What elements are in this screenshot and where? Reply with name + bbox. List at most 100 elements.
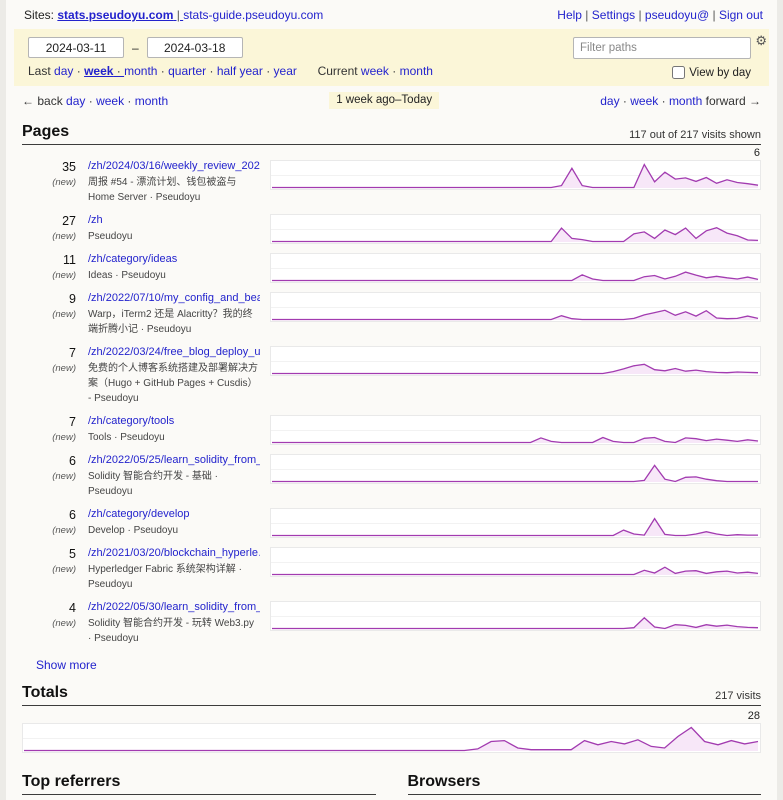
page-new-badge: (new): [36, 231, 76, 242]
page-sparkline-chart[interactable]: [270, 253, 761, 283]
pages-title: Pages: [22, 123, 69, 141]
date-end-input[interactable]: [147, 37, 243, 58]
page-path-link[interactable]: /zh/2022/05/30/learn_solidity_from_…: [88, 601, 260, 613]
forward-label: forward: [706, 94, 746, 108]
page-title-text: Hyperledger Fabric 系统架构详解 · Pseudoyu: [88, 562, 260, 592]
page-new-badge: (new): [36, 471, 76, 482]
pages-rows: 6 35 (new) /zh/2024/03/16/weekly_review_…: [22, 160, 761, 646]
period-day[interactable]: day: [54, 64, 84, 78]
back-day-link[interactable]: day: [66, 94, 96, 108]
page-sparkline-chart[interactable]: [270, 508, 761, 538]
period-quarter[interactable]: quarter: [168, 64, 217, 78]
back-month-link[interactable]: month: [135, 94, 168, 108]
page-visit-count: 7: [36, 346, 76, 360]
page-visit-count: 35: [36, 160, 76, 174]
page-path-link[interactable]: /zh/category/develop: [88, 508, 260, 520]
back-arrow-icon: ←: [22, 94, 34, 108]
page-row: 7 (new) /zh/category/tools Tools · Pseud…: [22, 415, 761, 445]
page-row: 7 (new) /zh/2022/03/24/free_blog_deploy_…: [22, 346, 761, 406]
view-by-day-label: View by day: [689, 67, 751, 79]
pages-show-more-link[interactable]: Show more: [36, 658, 97, 672]
page-visit-count: 6: [36, 454, 76, 468]
page-row: 9 (new) /zh/2022/07/10/my_config_and_bea…: [22, 292, 761, 337]
page-title-text: 免费的个人博客系统搭建及部署解决方案（Hugo + GitHub Pages +…: [88, 361, 260, 406]
sites-list: Sites: stats.pseudoyu.comstats-guide.pse…: [24, 8, 323, 22]
view-by-day-checkbox[interactable]: [672, 66, 685, 79]
date-range-dash: –: [132, 41, 139, 55]
page-title-text: Solidity 智能合约开发 - 基础 · Pseudoyu: [88, 469, 260, 499]
page-sparkline-chart[interactable]: [270, 214, 761, 244]
page-visit-count: 6: [36, 508, 76, 522]
forward-week-link[interactable]: week: [630, 94, 669, 108]
forward-arrow-icon: →: [749, 94, 761, 108]
page-path-link[interactable]: /zh/2022/05/25/learn_solidity_from_…: [88, 454, 260, 466]
page-row: 6 (new) /zh/2022/05/25/learn_solidity_fr…: [22, 454, 761, 499]
page-path-link[interactable]: /zh/2021/03/20/blockchain_hyperle…: [88, 547, 260, 559]
account-nav: HelpSettingspseudoyu@Sign out: [557, 8, 763, 22]
back-week-link[interactable]: week: [96, 94, 135, 108]
top-bar: Sites: stats.pseudoyu.comstats-guide.pse…: [6, 5, 777, 27]
page-new-badge: (new): [36, 309, 76, 320]
page-visit-count: 7: [36, 415, 76, 429]
page-title-text: Pseudoyu: [88, 229, 260, 244]
totals-title: Totals: [22, 684, 68, 702]
page-sparkline-chart[interactable]: [270, 454, 761, 484]
page-row: 35 (new) /zh/2024/03/16/weekly_review_20…: [22, 160, 761, 205]
period-week[interactable]: week: [84, 64, 124, 78]
current-range-chip: 1 week ago–Today: [329, 92, 439, 109]
totals-scale-label: 28: [748, 710, 760, 722]
browsers-section: Browsers 76% Chrome 164 23% Safari 50: [408, 773, 762, 800]
period-year[interactable]: year: [274, 64, 297, 78]
page-visit-count: 4: [36, 601, 76, 615]
page-path-link[interactable]: /zh/category/tools: [88, 415, 260, 427]
site-link-secondary[interactable]: stats-guide.pseudoyu.com: [183, 8, 323, 22]
totals-section: Totals 217 visits 28: [22, 684, 761, 753]
totals-sparkline-chart[interactable]: [22, 723, 761, 753]
date-start-input[interactable]: [28, 37, 124, 58]
page-path-link[interactable]: /zh/2024/03/16/weekly_review_202…: [88, 160, 260, 172]
sites-label: Sites:: [24, 8, 54, 22]
account-link[interactable]: pseudoyu@: [645, 8, 719, 22]
settings-link[interactable]: Settings: [592, 8, 645, 22]
page-visit-count: 5: [36, 547, 76, 561]
current-label: Current: [318, 64, 358, 78]
pages-section: Pages 117 out of 217 visits shown 6 35 (…: [22, 123, 761, 672]
filter-paths-input[interactable]: [573, 37, 751, 59]
date-toolbar: – Last dayweekmonthquarterhalf yearyear …: [14, 29, 769, 86]
page-path-link[interactable]: /zh/2022/03/24/free_blog_deploy_u…: [88, 346, 260, 358]
period-month[interactable]: month: [124, 64, 168, 78]
page-path-link[interactable]: /zh: [88, 214, 260, 226]
page-title-text: Develop · Pseudoyu: [88, 523, 260, 538]
page-title-text: Solidity 智能合约开发 - 玩转 Web3.py · Pseudoyu: [88, 616, 260, 646]
period-half-year[interactable]: half year: [217, 64, 274, 78]
browsers-title: Browsers: [408, 773, 481, 791]
pages-scale-label: 6: [754, 147, 760, 159]
page-new-badge: (new): [36, 177, 76, 188]
page-sparkline-chart[interactable]: [270, 346, 761, 376]
page-row: 6 (new) /zh/category/develop Develop · P…: [22, 508, 761, 538]
page-new-badge: (new): [36, 618, 76, 629]
current-month[interactable]: month: [400, 64, 433, 78]
page-sparkline-chart[interactable]: [270, 160, 761, 190]
page-sparkline-chart[interactable]: [270, 601, 761, 631]
page-sparkline-chart[interactable]: [270, 415, 761, 445]
page-path-link[interactable]: /zh/2022/07/10/my_config_and_bea…: [88, 292, 260, 304]
totals-visits-note: 217 visits: [715, 690, 761, 702]
goatcounter-dashboard: Sites: stats.pseudoyu.comstats-guide.pse…: [6, 0, 777, 800]
page-row: 11 (new) /zh/category/ideas Ideas · Pseu…: [22, 253, 761, 283]
forward-month-link[interactable]: month: [669, 94, 702, 108]
page-new-badge: (new): [36, 564, 76, 575]
forward-nav: dayweekmonth forward →: [600, 94, 761, 108]
page-path-link[interactable]: /zh/category/ideas: [88, 253, 260, 265]
gear-icon[interactable]: ⚙: [755, 33, 767, 49]
page-new-badge: (new): [36, 432, 76, 443]
current-week[interactable]: week: [361, 64, 400, 78]
page-sparkline-chart[interactable]: [270, 547, 761, 577]
signout-link[interactable]: Sign out: [719, 8, 763, 22]
forward-day-link[interactable]: day: [600, 94, 630, 108]
page-sparkline-chart[interactable]: [270, 292, 761, 322]
help-link[interactable]: Help: [557, 8, 591, 22]
site-link-current[interactable]: stats.pseudoyu.com: [57, 8, 183, 22]
page-visit-count: 27: [36, 214, 76, 228]
referrers-title: Top referrers: [22, 773, 120, 791]
